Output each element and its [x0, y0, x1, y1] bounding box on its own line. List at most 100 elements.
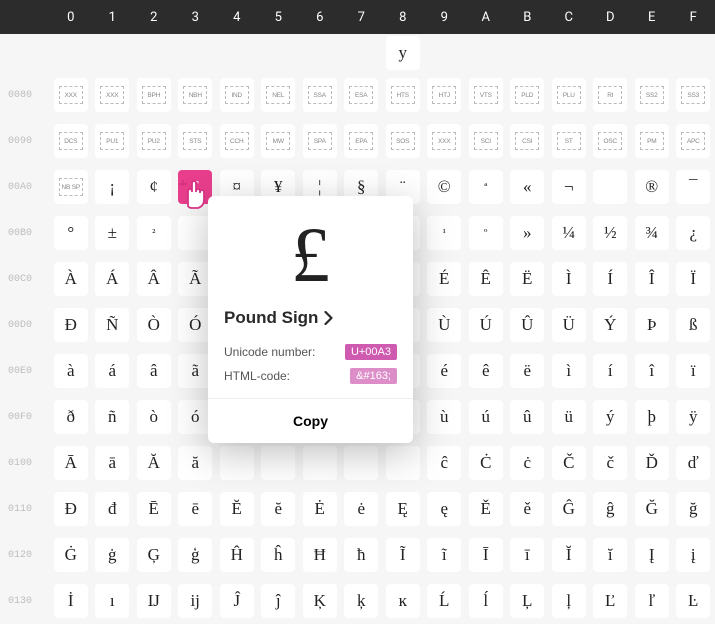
control-char-cell[interactable]: PU1 [95, 124, 129, 158]
char-cell[interactable]: Û [510, 308, 544, 342]
control-char-cell[interactable]: RI [593, 78, 627, 112]
char-cell[interactable]: á [95, 354, 129, 388]
control-char-cell[interactable]: ST [552, 124, 586, 158]
control-char-cell[interactable]: CCH [220, 124, 254, 158]
char-cell[interactable]: ĵ [261, 584, 295, 618]
char-cell[interactable]: Č [552, 446, 586, 480]
popup-unicode-badge[interactable]: U+00A3 [345, 344, 397, 360]
char-cell[interactable]: ï [676, 354, 710, 388]
control-char-cell[interactable]: IND [220, 78, 254, 112]
char-cell[interactable]: Ġ [54, 538, 88, 572]
char-cell[interactable]: ā [95, 446, 129, 480]
control-char-cell[interactable]: VTS [469, 78, 503, 112]
char-cell[interactable]: ĝ [593, 492, 627, 526]
char-cell[interactable]: í [593, 354, 627, 388]
char-cell[interactable]: Þ [635, 308, 669, 342]
char-cell[interactable]: ě [510, 492, 544, 526]
char-cell[interactable]: î [635, 354, 669, 388]
char-cell[interactable]: ĩ [427, 538, 461, 572]
char-cell[interactable]: Ļ [510, 584, 544, 618]
char-cell[interactable]: ± [95, 216, 129, 250]
char-cell[interactable]: Ê [469, 262, 503, 296]
char-cell[interactable]: đ [95, 492, 129, 526]
char-cell[interactable]: À [54, 262, 88, 296]
char-cell[interactable]: į [676, 538, 710, 572]
char-cell[interactable]: Ĕ [220, 492, 254, 526]
char-cell[interactable]: Ý [593, 308, 627, 342]
char-cell[interactable] [344, 446, 378, 480]
char-cell[interactable]: Ĳ [137, 584, 171, 618]
char-cell[interactable]: y [386, 36, 420, 70]
char-cell[interactable]: Ĵ [220, 584, 254, 618]
char-cell[interactable]: Ā [54, 446, 88, 480]
char-cell[interactable]: « [510, 170, 544, 204]
control-char-cell[interactable]: SSA [303, 78, 337, 112]
popup-title-link[interactable]: Pound Sign [208, 308, 413, 340]
char-cell[interactable]: ĸ [386, 584, 420, 618]
char-cell[interactable]: ă [178, 446, 212, 480]
char-cell[interactable]: ¼ [552, 216, 586, 250]
control-char-cell[interactable]: EPA [344, 124, 378, 158]
char-cell[interactable]: Ķ [303, 584, 337, 618]
char-cell[interactable]: © [427, 170, 461, 204]
char-cell[interactable]: Ħ [303, 538, 337, 572]
char-cell[interactable]: Ú [469, 308, 503, 342]
char-cell[interactable]: » [510, 216, 544, 250]
char-cell[interactable]: ú [469, 400, 503, 434]
char-cell[interactable]: ī [510, 538, 544, 572]
char-cell[interactable]: ª [469, 170, 503, 204]
char-cell[interactable]: Ī [469, 538, 503, 572]
char-cell[interactable]: þ [635, 400, 669, 434]
control-char-cell[interactable]: SPA [303, 124, 337, 158]
char-cell[interactable]: ę [427, 492, 461, 526]
char-cell[interactable]: Í [593, 262, 627, 296]
char-cell[interactable]: ù [427, 400, 461, 434]
char-cell[interactable]: ü [552, 400, 586, 434]
char-cell[interactable]: Ù [427, 308, 461, 342]
char-cell[interactable]: ı [95, 584, 129, 618]
control-char-cell[interactable]: NBH [178, 78, 212, 112]
char-cell[interactable]: Ģ [137, 538, 171, 572]
control-char-cell[interactable]: BPH [137, 78, 171, 112]
char-cell[interactable] [220, 446, 254, 480]
control-char-cell[interactable]: HTS [386, 78, 420, 112]
control-char-cell[interactable]: CSI [510, 124, 544, 158]
control-char-cell[interactable]: PU2 [137, 124, 171, 158]
char-cell[interactable]: ò [137, 400, 171, 434]
control-char-cell[interactable]: PLD [510, 78, 544, 112]
char-cell[interactable]: ğ [676, 492, 710, 526]
char-cell[interactable]: ý [593, 400, 627, 434]
control-char-cell[interactable]: APC [676, 124, 710, 158]
char-cell[interactable]: Î [635, 262, 669, 296]
char-cell[interactable]: Ĝ [552, 492, 586, 526]
char-cell[interactable]: Į [635, 538, 669, 572]
char-cell[interactable]: ð [54, 400, 88, 434]
char-cell[interactable]: ĳ [178, 584, 212, 618]
char-cell[interactable]: Ñ [95, 308, 129, 342]
char-cell[interactable]: ľ [635, 584, 669, 618]
char-cell[interactable]: º [469, 216, 503, 250]
char-cell[interactable]: ß [676, 308, 710, 342]
char-cell[interactable]: Ŀ [676, 584, 710, 618]
char-cell[interactable]: ĕ [261, 492, 295, 526]
char-cell[interactable]: ĥ [261, 538, 295, 572]
char-cell[interactable]: é [427, 354, 461, 388]
char-cell[interactable]: č [593, 446, 627, 480]
char-cell[interactable]: Ē [137, 492, 171, 526]
char-cell[interactable]: à [54, 354, 88, 388]
control-char-cell[interactable]: ESA [344, 78, 378, 112]
char-cell[interactable]: ® [635, 170, 669, 204]
char-cell[interactable]: ĺ [469, 584, 503, 618]
char-cell[interactable]: ė [344, 492, 378, 526]
control-char-cell[interactable]: MW [261, 124, 295, 158]
char-cell[interactable]: ½ [593, 216, 627, 250]
copy-button[interactable]: Copy [208, 398, 413, 443]
char-cell[interactable]: Ì [552, 262, 586, 296]
control-char-cell[interactable]: OSC [593, 124, 627, 158]
char-cell[interactable] [593, 170, 627, 204]
control-char-cell[interactable]: PLU [552, 78, 586, 112]
char-cell[interactable] [303, 446, 337, 480]
control-char-cell[interactable]: PM [635, 124, 669, 158]
char-cell[interactable]: Ò [137, 308, 171, 342]
char-cell[interactable]: Ï [676, 262, 710, 296]
